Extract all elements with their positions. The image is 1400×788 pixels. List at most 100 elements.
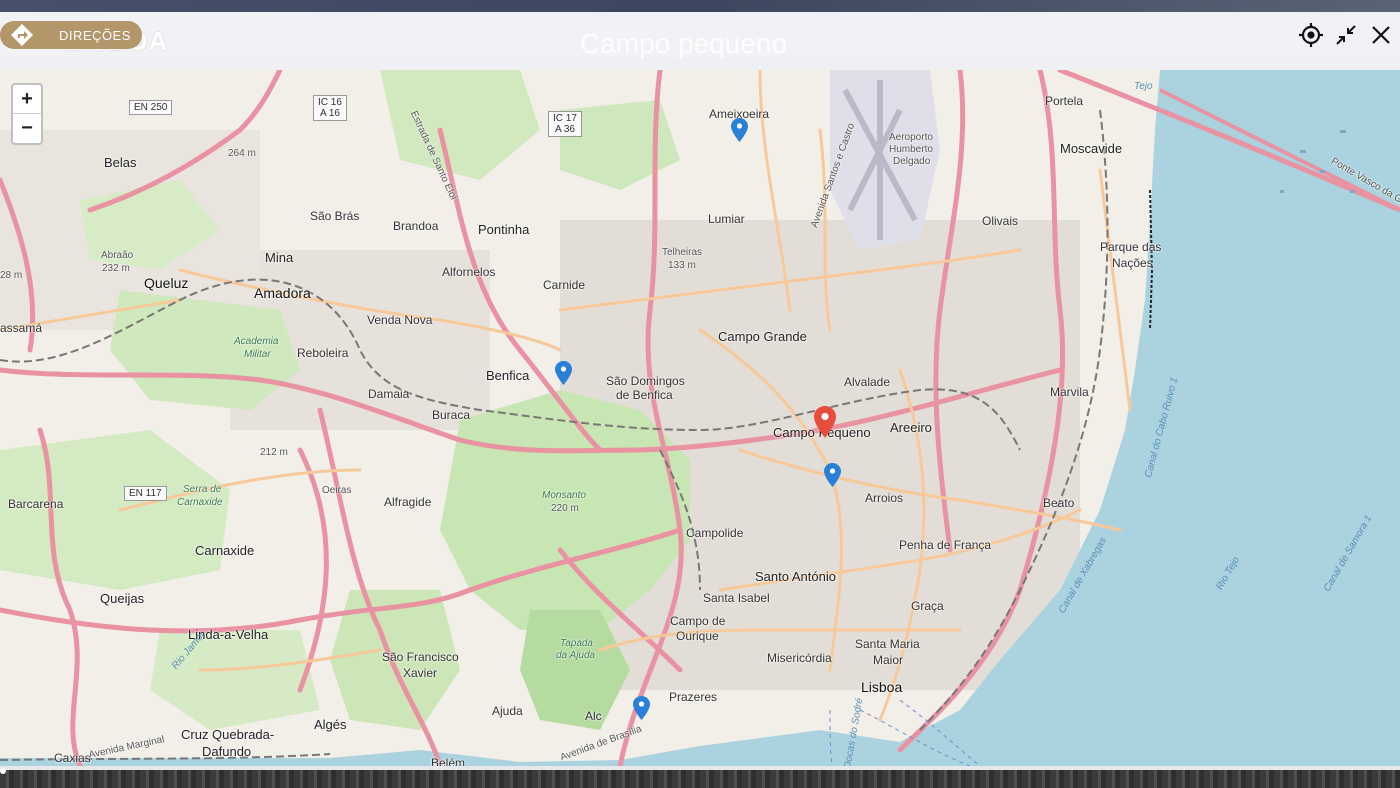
road-shield: IC 16 A 16 bbox=[313, 95, 347, 121]
close-icon[interactable] bbox=[1368, 22, 1394, 48]
map-label: 133 m bbox=[668, 260, 696, 271]
map-label: Santa Maria bbox=[855, 637, 920, 651]
map-label: Benfica bbox=[486, 368, 530, 383]
map-label: São Francisco bbox=[382, 650, 459, 664]
map-label: Misericórdia bbox=[767, 651, 832, 665]
map-label: Nações bbox=[1112, 256, 1153, 270]
map-label: Xavier bbox=[403, 666, 438, 680]
map-label: assamá bbox=[0, 321, 43, 335]
map-label: Prazeres bbox=[669, 690, 718, 704]
map-label: Alfragide bbox=[384, 495, 432, 509]
map-label: Monsanto bbox=[542, 490, 586, 501]
modal-header: LISBOA Campo pequeno DIREÇÕES bbox=[0, 12, 1400, 59]
location-pin-icon bbox=[814, 406, 836, 438]
map-tiles bbox=[0, 70, 1400, 766]
map-label: Ajuda bbox=[492, 704, 523, 718]
map-label: São Brás bbox=[310, 209, 360, 223]
map-label: Carnide bbox=[543, 278, 586, 292]
map-label: Moscavide bbox=[1060, 141, 1123, 156]
map-label: Santo António bbox=[755, 569, 836, 584]
map-label: Campolide bbox=[686, 526, 744, 540]
zoom-in-button[interactable]: + bbox=[13, 85, 41, 114]
map-label: Militar bbox=[244, 349, 271, 360]
road-shield: IC 17 A 36 bbox=[548, 111, 582, 137]
map-label: Belém bbox=[431, 756, 466, 766]
directions-label: DIREÇÕES bbox=[59, 27, 131, 43]
map-label: 220 m bbox=[551, 503, 579, 514]
scroll-indicator[interactable] bbox=[0, 768, 6, 774]
directions-button[interactable]: DIREÇÕES bbox=[0, 21, 142, 49]
location-pin-icon bbox=[824, 463, 841, 487]
map-label: Academia bbox=[234, 336, 279, 347]
map-label: Pontinha bbox=[478, 222, 530, 237]
map-label: Belas bbox=[104, 155, 137, 170]
map-label: Brandoa bbox=[393, 219, 439, 233]
map-marker[interactable] bbox=[731, 118, 748, 147]
map-label: Abraão bbox=[101, 250, 134, 261]
map-label: Aeroporto bbox=[889, 132, 933, 143]
map-label: 28 m bbox=[0, 270, 23, 281]
map-label: Amadora bbox=[254, 285, 311, 301]
location-title: Campo pequeno bbox=[580, 28, 788, 59]
location-pin-icon bbox=[633, 696, 650, 720]
map-label: Alfornelos bbox=[442, 265, 496, 279]
map-label: Mina bbox=[265, 250, 294, 265]
map-label: 232 m bbox=[102, 263, 130, 274]
collapse-icon[interactable] bbox=[1333, 22, 1359, 48]
map-label: Graça bbox=[911, 599, 944, 613]
map-label: Marvila bbox=[1050, 385, 1089, 399]
map-label: Santa Isabel bbox=[703, 591, 770, 605]
map-label: Areeiro bbox=[890, 420, 932, 435]
map-modal: LISBOA Campo pequeno DIREÇÕES bbox=[0, 12, 1400, 774]
map-label: Dafundo bbox=[202, 744, 252, 759]
road-shield: EN 117 bbox=[124, 486, 167, 501]
modal-footer bbox=[0, 766, 1400, 770]
map-canvas[interactable]: EN 250 IC 16 A 16 IC 17 A 36 EN 117 Ameixo… bbox=[0, 70, 1400, 766]
map-label: Cruz Quebrada- bbox=[181, 727, 275, 742]
map-label: Alvalade bbox=[844, 375, 891, 389]
map-label: 264 m bbox=[228, 148, 256, 159]
map-marker[interactable] bbox=[633, 696, 650, 725]
map-label: Carnaxide bbox=[195, 543, 255, 558]
zoom-out-button[interactable]: − bbox=[13, 114, 41, 143]
map-label: Penha de França bbox=[899, 538, 992, 552]
map-label: Lumiar bbox=[708, 212, 745, 226]
map-label: Campo de bbox=[670, 614, 726, 628]
map-label: Barcarena bbox=[8, 497, 64, 511]
map-label: Damaia bbox=[368, 387, 410, 401]
map-label: Queluz bbox=[144, 275, 189, 291]
map-label: Caxias bbox=[54, 751, 91, 765]
directions-sign-icon bbox=[8, 21, 36, 49]
map-label: Reboleira bbox=[297, 346, 349, 360]
map-label: Oeiras bbox=[322, 485, 352, 496]
crosshair-icon[interactable] bbox=[1298, 22, 1324, 48]
map-label: da Ajuda bbox=[556, 650, 596, 661]
road-shield: EN 250 bbox=[129, 100, 173, 115]
map-label: Tejo bbox=[1134, 81, 1153, 92]
map-label: Tapada bbox=[560, 638, 593, 649]
map-label: Carnaxide bbox=[177, 497, 223, 508]
map-label: Maior bbox=[873, 653, 904, 667]
map-label: Campo Grande bbox=[718, 329, 807, 344]
map-label: Humberto bbox=[889, 144, 933, 155]
zoom-control: + − bbox=[11, 83, 43, 145]
location-pin-icon bbox=[555, 361, 572, 385]
map-label: São Domingos bbox=[606, 374, 685, 388]
background-page-bottom bbox=[0, 768, 1400, 788]
map-label: Ourique bbox=[676, 629, 719, 643]
map-label: Olivais bbox=[982, 214, 1019, 228]
map-label: Lisboa bbox=[861, 679, 903, 695]
map-label: Queijas bbox=[100, 591, 145, 606]
map-label: Delgado bbox=[893, 156, 931, 167]
map-label: Telheiras bbox=[662, 247, 703, 258]
location-pin-icon bbox=[731, 118, 748, 142]
map-label: Serra de bbox=[183, 484, 222, 495]
map-label: Beato bbox=[1043, 496, 1075, 510]
map-marker[interactable] bbox=[555, 361, 572, 390]
map-label: Parque das bbox=[1100, 240, 1162, 254]
map-marker[interactable] bbox=[824, 463, 841, 492]
map-label: 212 m bbox=[260, 447, 288, 458]
active-map-marker[interactable] bbox=[814, 406, 836, 443]
map-label: Portela bbox=[1045, 94, 1084, 108]
map-label: Venda Nova bbox=[367, 313, 433, 327]
